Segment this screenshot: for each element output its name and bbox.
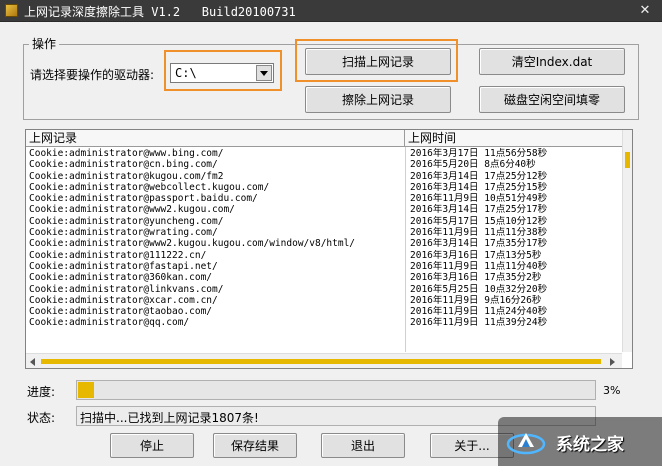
table-row[interactable]: Cookie:administrator@cn.bing.com/2016年5月… — [26, 159, 624, 170]
list-header: 上网记录 上网时间 — [26, 130, 624, 147]
table-row[interactable]: Cookie:administrator@webcollect.kugou.co… — [26, 182, 624, 193]
record-cell: Cookie:administrator@www2.kugou.kugou.co… — [29, 238, 356, 250]
record-cell: Cookie:administrator@xcar.com.cn/ — [29, 294, 218, 306]
table-row[interactable]: Cookie:administrator@www2.kugou.com/2016… — [26, 204, 624, 215]
save-results-button[interactable]: 保存结果 — [213, 433, 297, 458]
table-row[interactable]: Cookie:administrator@www2.kugou.kugou.co… — [26, 238, 624, 249]
table-row[interactable]: Cookie:administrator@qq.com/2016年11月9日 1… — [26, 317, 624, 328]
table-row[interactable]: Cookie:administrator@passport.baidu.com/… — [26, 193, 624, 204]
time-cell: 2016年11月9日 11点11分38秒 — [410, 227, 548, 239]
time-cell: 2016年11月9日 9点16分26秒 — [410, 294, 542, 306]
table-row[interactable]: Cookie:administrator@xcar.com.cn/2016年11… — [26, 295, 624, 306]
time-cell: 2016年3月16日 17点35分2秒 — [410, 272, 542, 284]
disk-fill-button[interactable]: 磁盘空闲空间填零 — [479, 86, 625, 113]
progress-label: 进度: — [27, 385, 56, 399]
record-cell: Cookie:administrator@passport.baidu.com/ — [29, 193, 258, 205]
record-cell: Cookie:administrator@fastapi.net/ — [29, 260, 218, 272]
drive-label: 请选择要操作的驱动器: — [30, 68, 155, 82]
horizontal-scrollbar[interactable] — [26, 353, 622, 368]
drive-select[interactable]: C:\ — [170, 63, 274, 83]
time-cell: 2016年11月9日 11点39分24秒 — [410, 317, 548, 329]
record-cell: Cookie:administrator@www2.kugou.com/ — [29, 204, 235, 216]
time-cell: 2016年3月14日 17点25分17秒 — [410, 204, 548, 216]
clear-index-button[interactable]: 清空Index.dat — [479, 48, 625, 75]
record-cell: Cookie:administrator@360kan.com/ — [29, 272, 213, 284]
stop-button[interactable]: 停止 — [110, 433, 194, 458]
record-list[interactable]: 上网记录 上网时间 Cookie:administrator@www.bing.… — [25, 129, 633, 369]
status-text: 扫描中...已找到上网记录1807条! — [80, 411, 259, 425]
watermark-logo-icon — [506, 433, 546, 455]
operation-group-title: 操作 — [29, 35, 60, 52]
record-cell: Cookie:administrator@linkvans.com/ — [29, 283, 224, 295]
scroll-right-icon[interactable] — [610, 358, 615, 366]
scan-button[interactable]: 扫描上网记录 — [305, 48, 451, 75]
record-cell: Cookie:administrator@cn.bing.com/ — [29, 159, 218, 171]
record-cell: Cookie:administrator@yuncheng.com/ — [29, 215, 224, 227]
table-row[interactable]: Cookie:administrator@taobao.com/2016年11月… — [26, 306, 624, 317]
watermark: 系统之家 — [498, 417, 662, 466]
erase-button[interactable]: 擦除上网记录 — [305, 86, 451, 113]
table-row[interactable]: Cookie:administrator@linkvans.com/2016年5… — [26, 284, 624, 295]
scroll-left-icon[interactable] — [30, 358, 35, 366]
vertical-scrollbar-thumb[interactable] — [625, 152, 630, 168]
exit-button[interactable]: 退出 — [321, 433, 405, 458]
watermark-text: 系统之家 — [556, 435, 624, 455]
title-bar: 上网记录深度擦除工具 V1.2 Build20100731 ✕ — [0, 0, 662, 22]
column-header-time[interactable]: 上网时间 — [405, 130, 624, 147]
time-cell: 2016年3月16日 17点13分5秒 — [410, 249, 542, 261]
time-cell: 2016年5月17日 15点10分12秒 — [410, 215, 548, 227]
progress-bar — [76, 380, 596, 400]
progress-fill — [78, 382, 94, 398]
column-header-record[interactable]: 上网记录 — [26, 130, 405, 147]
table-row[interactable]: Cookie:administrator@kugou.com/fm2 2016年3… — [26, 171, 624, 182]
vertical-scrollbar[interactable] — [622, 130, 632, 352]
chevron-down-icon[interactable] — [256, 65, 272, 81]
table-row[interactable]: Cookie:administrator@yuncheng.com/2016年5… — [26, 216, 624, 227]
table-row[interactable]: Cookie:administrator@360kan.com/2016年3月1… — [26, 272, 624, 283]
table-row[interactable]: Cookie:administrator@111222.cn/2016年3月16… — [26, 250, 624, 261]
app-icon — [5, 4, 18, 17]
drive-select-value: C:\ — [175, 66, 197, 80]
horizontal-scrollbar-thumb[interactable] — [41, 359, 601, 364]
time-cell: 2016年11月9日 11点24分40秒 — [410, 306, 548, 318]
time-cell: 2016年3月14日 17点35分17秒 — [410, 238, 548, 250]
record-cell: Cookie:administrator@webcollect.kugou.co… — [29, 181, 270, 193]
record-cell: Cookie:administrator@www.bing.com/ — [29, 148, 224, 159]
time-cell: 2016年3月14日 17点25分15秒 — [410, 181, 548, 193]
table-row[interactable]: Cookie:administrator@wrating.com/2016年11… — [26, 227, 624, 238]
time-cell: 2016年11月9日 11点11分40秒 — [410, 260, 548, 272]
window-title: 上网记录深度擦除工具 V1.2 Build20100731 — [24, 5, 296, 19]
time-cell: 2016年3月14日 17点25分12秒 — [410, 170, 548, 182]
progress-percent: 3% — [603, 384, 621, 397]
list-rows: Cookie:administrator@www.bing.com/2016年3… — [26, 148, 624, 329]
time-cell: 2016年11月9日 10点51分49秒 — [410, 193, 548, 205]
close-button[interactable]: ✕ — [632, 2, 658, 20]
time-cell: 2016年3月17日 11点56分58秒 — [410, 148, 548, 159]
record-cell: Cookie:administrator@kugou.com/fm2 — [29, 170, 224, 182]
table-row[interactable]: Cookie:administrator@fastapi.net/2016年11… — [26, 261, 624, 272]
record-cell: Cookie:administrator@111222.cn/ — [29, 249, 207, 261]
time-cell: 2016年5月20日 8点6分40秒 — [410, 159, 536, 171]
record-cell: Cookie:administrator@wrating.com/ — [29, 227, 218, 239]
table-row[interactable]: Cookie:administrator@www.bing.com/2016年3… — [26, 148, 624, 159]
time-cell: 2016年5月25日 10点32分20秒 — [410, 283, 548, 295]
record-cell: Cookie:administrator@taobao.com/ — [29, 306, 213, 318]
record-cell: Cookie:administrator@qq.com/ — [29, 317, 190, 329]
status-label: 状态: — [27, 411, 56, 425]
